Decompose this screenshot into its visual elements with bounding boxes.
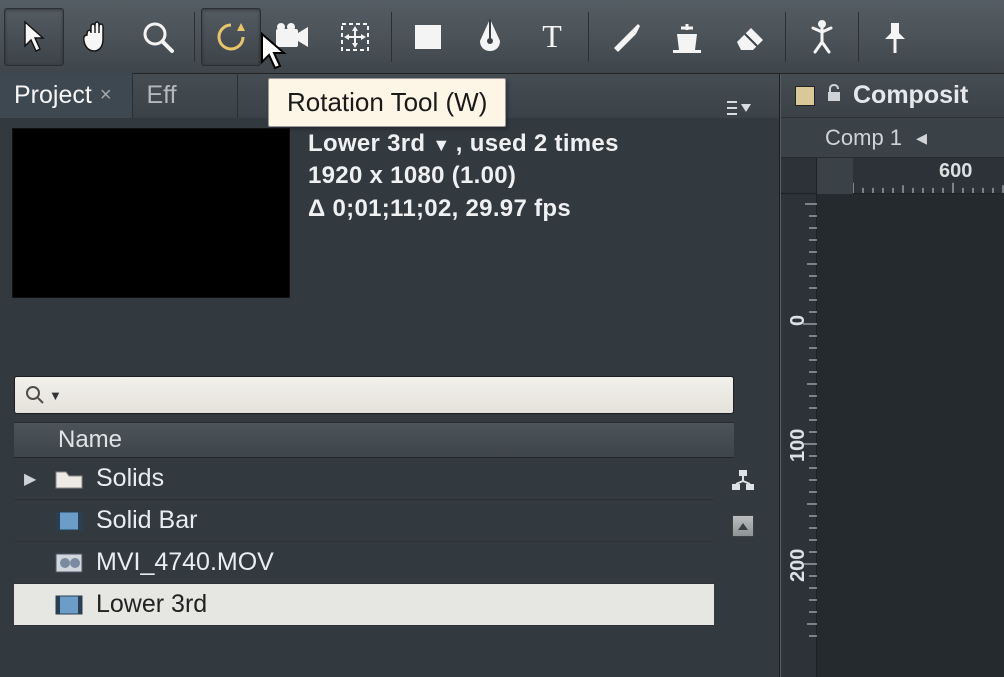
- comp-tabs: Comp 1 ◂: [781, 118, 1004, 158]
- camera-tool[interactable]: [263, 8, 323, 66]
- tooltip: Rotation Tool (W): [268, 78, 506, 127]
- viewer-row: 0 100 200: [781, 194, 1004, 677]
- search-wrap: ▼: [14, 376, 767, 414]
- asset-label: Solid Bar: [96, 506, 197, 535]
- svg-text:T: T: [542, 20, 562, 54]
- asset-label: MVI_4740.MOV: [96, 548, 274, 577]
- asset-row-footage[interactable]: MVI_4740.MOV: [14, 542, 714, 584]
- column-header-name[interactable]: Name: [14, 422, 734, 458]
- asset-list-sidebar: [730, 458, 756, 537]
- toolbar-divider: [391, 12, 392, 62]
- comp-name[interactable]: Lower 3rd: [308, 130, 425, 157]
- asset-label: Lower 3rd: [96, 590, 207, 619]
- toolbar-divider: [858, 12, 859, 62]
- search-icon: [25, 385, 45, 405]
- comp-tab[interactable]: Comp 1: [825, 125, 902, 151]
- project-panel: Project × Eff Lower 3rd ▼ , used 2 times: [0, 74, 780, 677]
- footage-icon: [52, 550, 86, 576]
- tab-project[interactable]: Project ×: [0, 73, 133, 118]
- zoom-tool[interactable]: [128, 8, 188, 66]
- composition-panel-header: Composit: [781, 74, 1004, 118]
- hand-tool[interactable]: [66, 8, 126, 66]
- asset-row-folder[interactable]: ▶ Solids: [14, 458, 714, 500]
- dropdown-icon[interactable]: ▼: [49, 388, 62, 403]
- scroll-up-button[interactable]: [732, 515, 754, 537]
- comp-metadata: Lower 3rd ▼ , used 2 times 1920 x 1080 (…: [308, 128, 619, 298]
- eraser-tool[interactable]: [719, 8, 779, 66]
- asset-list: ▶ Solids Solid Bar: [14, 458, 756, 626]
- composition-panel: Composit Comp 1 ◂ 600 0 100 200: [780, 74, 1004, 677]
- close-icon[interactable]: ×: [100, 84, 112, 107]
- composition-icon: [52, 592, 86, 618]
- ruler-origin[interactable]: [781, 158, 817, 194]
- search-input[interactable]: ▼: [14, 376, 734, 414]
- comp-info: Lower 3rd ▼ , used 2 times 1920 x 1080 (…: [0, 128, 779, 298]
- folder-icon: [52, 466, 86, 492]
- main-row: Project × Eff Lower 3rd ▼ , used 2 times: [0, 74, 1004, 677]
- expand-icon[interactable]: ▶: [24, 469, 42, 489]
- toolbar-divider: [588, 12, 589, 62]
- dropdown-icon[interactable]: ▼: [432, 135, 455, 155]
- toolbar-divider: [785, 12, 786, 62]
- asset-label: Solids: [96, 464, 164, 493]
- flowchart-icon[interactable]: [730, 468, 756, 497]
- asset-row-comp[interactable]: Solid Bar: [14, 500, 714, 542]
- toolbar: T: [0, 0, 1004, 74]
- asset-row-comp-selected[interactable]: Lower 3rd: [14, 584, 714, 626]
- brush-tool[interactable]: [595, 8, 655, 66]
- ruler-h-label: 600: [939, 160, 972, 183]
- selection-tool[interactable]: [4, 8, 64, 66]
- clone-stamp-tool[interactable]: [657, 8, 717, 66]
- comp-usage: , used 2 times: [456, 130, 619, 157]
- panel-menu-icon[interactable]: [725, 100, 779, 118]
- composition-viewer[interactable]: [817, 194, 1004, 677]
- composition-panel-title: Composit: [853, 81, 968, 110]
- toolbar-divider: [194, 12, 195, 62]
- rectangle-tool[interactable]: [398, 8, 458, 66]
- composition-icon: [52, 508, 86, 534]
- rotation-tool[interactable]: [201, 8, 261, 66]
- swatch-icon[interactable]: [795, 86, 815, 106]
- ruler-vertical[interactable]: 0 100 200: [781, 194, 817, 677]
- comp-timecode: Δ 0;01;11;02, 29.97 fps: [308, 193, 619, 225]
- tab-project-label: Project: [14, 81, 92, 110]
- tab-effects[interactable]: Eff: [133, 73, 238, 118]
- pan-behind-tool[interactable]: [325, 8, 385, 66]
- chevron-left-icon[interactable]: ◂: [916, 125, 927, 151]
- tab-effects-label: Eff: [147, 81, 177, 110]
- puppet-tool[interactable]: [792, 8, 852, 66]
- lock-icon[interactable]: [825, 81, 843, 110]
- ruler-horizontal[interactable]: 600: [853, 158, 1004, 194]
- comp-thumbnail[interactable]: [12, 128, 290, 298]
- comp-dimensions: 1920 x 1080 (1.00): [308, 160, 619, 192]
- pin-tool[interactable]: [865, 8, 925, 66]
- project-body: Lower 3rd ▼ , used 2 times 1920 x 1080 (…: [0, 118, 779, 677]
- type-tool[interactable]: T: [522, 8, 582, 66]
- pen-tool[interactable]: [460, 8, 520, 66]
